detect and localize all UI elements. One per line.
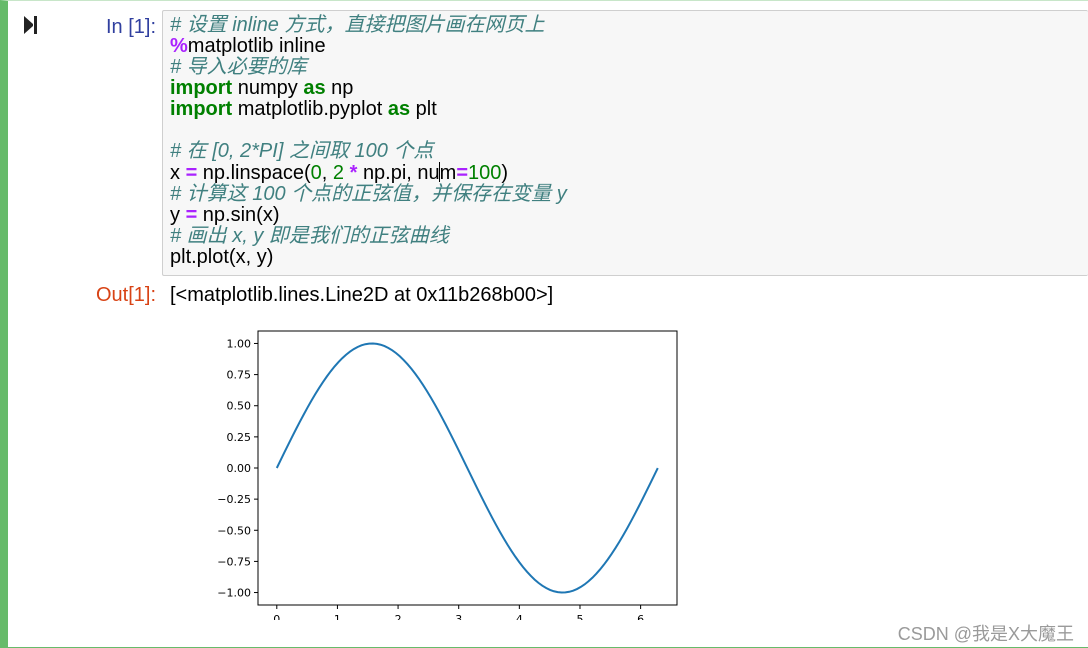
code-text: , <box>321 162 333 184</box>
operator: = <box>185 162 198 184</box>
x-tick-label: 0 <box>273 613 280 620</box>
operator: * <box>344 162 363 184</box>
output-text: [<matplotlib.lines.Line2D at 0x11b268b00… <box>170 284 554 306</box>
code-text: plt <box>410 98 437 120</box>
y-tick-label: −1.00 <box>217 587 251 600</box>
sine-plot: 0 1 2 3 4 5 6 1.00 0.75 0.50 0.25 0.00 −0.25 −0.50 −0.… <box>217 330 678 620</box>
code-text: numpy <box>232 77 304 99</box>
keyword: import <box>170 98 233 120</box>
operator: = <box>456 162 469 184</box>
x-tick-label: 5 <box>576 613 583 620</box>
output-prompt: Out[1]: <box>95 284 156 306</box>
code-text: ) <box>501 162 509 184</box>
code-text: matplotlib.pyplot <box>232 98 388 120</box>
code-comment: # 画出 x, y 即是我们的正弦曲线 <box>170 225 449 247</box>
keyword: import <box>170 77 233 99</box>
y-tick-label: 1.00 <box>227 337 252 350</box>
code-text: y <box>170 204 186 226</box>
code-text: matplotlib inline <box>187 35 326 57</box>
code-text: np.pi, nu <box>362 162 440 184</box>
y-tick-label: 0.50 <box>227 400 252 413</box>
code-text: x <box>170 162 186 184</box>
sine-series-line <box>275 342 659 594</box>
x-tick-label: 1 <box>334 613 341 620</box>
x-tick-label: 2 <box>395 613 402 620</box>
code-comment: # 在 [0, 2*PI] 之间取 100 个点 <box>170 140 434 162</box>
y-tick-label: 0.75 <box>227 369 252 382</box>
code-comment: # 导入必要的库 <box>170 56 307 78</box>
watermark: CSDN @我是X大魔王 <box>897 624 1074 644</box>
code-text: np.sin(x) <box>197 204 280 226</box>
code-text: plt.plot(x, y) <box>170 246 274 268</box>
y-tick-label: 0.25 <box>227 431 252 444</box>
y-tick-label: −0.25 <box>217 493 251 506</box>
y-tick-label: 0.00 <box>227 462 252 475</box>
code-comment: # 计算这 100 个点的正弦值，并保存在变量 y <box>170 183 567 205</box>
number: 100 <box>468 162 502 184</box>
keyword: as <box>387 98 411 120</box>
code-comment: # 设置 inline 方式，直接把图片画在网页上 <box>170 14 545 36</box>
x-tick-label: 3 <box>455 613 462 620</box>
number: 0 <box>310 162 322 184</box>
input-prompt: In [1]: <box>105 16 156 38</box>
number: 2 <box>332 162 345 184</box>
keyword: as <box>303 77 326 99</box>
code-content[interactable]: # 设置 inline 方式，直接把图片画在网页上 %matplotlib in… <box>170 15 567 268</box>
code-text: np <box>325 77 354 99</box>
code-text: np.linspace( <box>197 162 311 184</box>
x-tick-label: 6 <box>637 613 644 620</box>
code-text: m <box>439 162 457 184</box>
magic-operator: % <box>170 35 188 57</box>
y-tick-label: −0.75 <box>217 555 251 568</box>
x-tick-label: 4 <box>516 613 523 620</box>
y-tick-label: −0.50 <box>217 524 251 537</box>
operator: = <box>185 204 198 226</box>
